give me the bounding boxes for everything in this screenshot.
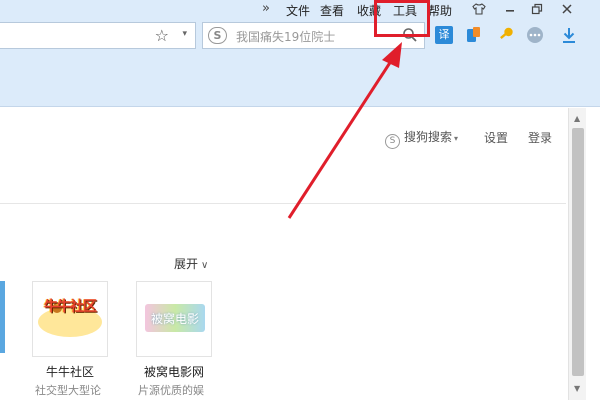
vertical-scrollbar[interactable]: ▲ ▼: [568, 108, 586, 400]
site-desc-niuniu: 社交型大型论: [35, 384, 101, 397]
site-tile-niuniu[interactable]: 牛牛社区: [32, 281, 108, 357]
site-desc-beiwo: 片源优质的娱: [138, 384, 204, 397]
scroll-up-arrow-icon[interactable]: ▲: [574, 114, 580, 123]
minimize-icon[interactable]: [503, 2, 517, 16]
chevron-down-icon: ▾: [454, 134, 459, 143]
menu-overflow-button[interactable]: »: [262, 1, 270, 16]
login-link[interactable]: 登录: [528, 129, 552, 146]
annotation-highlight-box: [374, 0, 430, 37]
site-tile-beiwo[interactable]: 被窝电影: [136, 281, 212, 357]
chevron-down-icon: ∨: [201, 260, 209, 271]
scroll-down-arrow-icon[interactable]: ▼: [574, 384, 580, 393]
download-icon[interactable]: [560, 26, 578, 44]
more-options-icon[interactable]: [526, 26, 544, 44]
browser-chrome: » 文件 查看 收藏 工具 帮助 ☆ ▾ S 我国痛失19位院士 译: [0, 0, 600, 107]
menu-help[interactable]: 帮助: [428, 2, 452, 19]
settings-link[interactable]: 设置: [484, 129, 508, 146]
address-dropdown-icon[interactable]: ▾: [182, 29, 187, 39]
bookmark-star-icon[interactable]: ☆: [155, 26, 169, 45]
menu-file[interactable]: 文件: [286, 2, 310, 19]
restore-icon[interactable]: [530, 2, 544, 16]
sogou-search-logo-icon[interactable]: S: [208, 27, 227, 44]
search-placeholder: 我国痛失19位院士: [236, 30, 336, 44]
sogou-search-label: 搜狗搜索: [404, 130, 453, 144]
niuniu-logo-text: 牛牛社区: [44, 299, 97, 315]
partial-site-tile[interactable]: [0, 281, 5, 353]
menu-view[interactable]: 查看: [320, 2, 344, 19]
translate-icon[interactable]: 译: [435, 26, 453, 44]
sogou-search-selector[interactable]: S 搜狗搜索 ▾: [385, 128, 458, 149]
site-name-niuniu[interactable]: 牛牛社区: [46, 363, 94, 380]
address-bar[interactable]: ☆ ▾: [0, 22, 196, 49]
phone-sync-icon[interactable]: [464, 26, 482, 44]
expand-label: 展开: [174, 257, 199, 271]
scrollbar-thumb[interactable]: [572, 128, 584, 376]
site-name-beiwo[interactable]: 被窝电影网: [144, 363, 204, 380]
close-icon[interactable]: [560, 2, 574, 16]
skin-shirt-icon[interactable]: [472, 2, 486, 16]
menu-bar: » 文件 查看 收藏 工具 帮助: [0, 0, 600, 20]
sogou-logo-icon: S: [385, 134, 400, 149]
expand-toggle[interactable]: 展开 ∨: [174, 255, 208, 272]
key-icon[interactable]: [497, 26, 515, 44]
section-divider: [0, 203, 566, 204]
beiwo-logo-text: 被窝电影: [150, 312, 199, 326]
